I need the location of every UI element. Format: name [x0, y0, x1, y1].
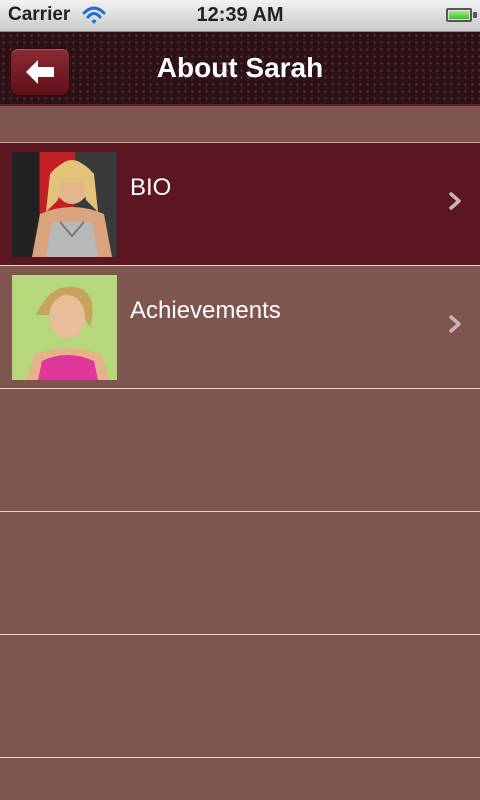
- navigation-bar: About Sarah: [0, 32, 480, 106]
- list-item-achievements[interactable]: Achievements: [0, 266, 480, 389]
- status-bar: Carrier 12:39 AM: [0, 0, 480, 32]
- bio-photo-icon: [12, 152, 117, 257]
- list-item-bio[interactable]: BIO: [0, 143, 480, 266]
- battery-level: [449, 11, 469, 19]
- page-title: About Sarah: [156, 52, 324, 83]
- chevron-right-icon: [449, 315, 461, 333]
- empty-row: [0, 512, 480, 635]
- empty-row: [0, 635, 480, 758]
- status-time: 12:39 AM: [196, 4, 284, 26]
- empty-row: [0, 389, 480, 512]
- list-item-label: BIO: [130, 174, 172, 201]
- battery-icon: [446, 8, 472, 22]
- achievements-photo-icon: [12, 275, 117, 380]
- chevron-right-icon: [449, 192, 461, 210]
- list-item-label: Achievements: [130, 297, 281, 324]
- table-view: BIO Achievements: [0, 106, 480, 758]
- battery-tip: [473, 12, 477, 18]
- table-header-spacer: [0, 106, 480, 143]
